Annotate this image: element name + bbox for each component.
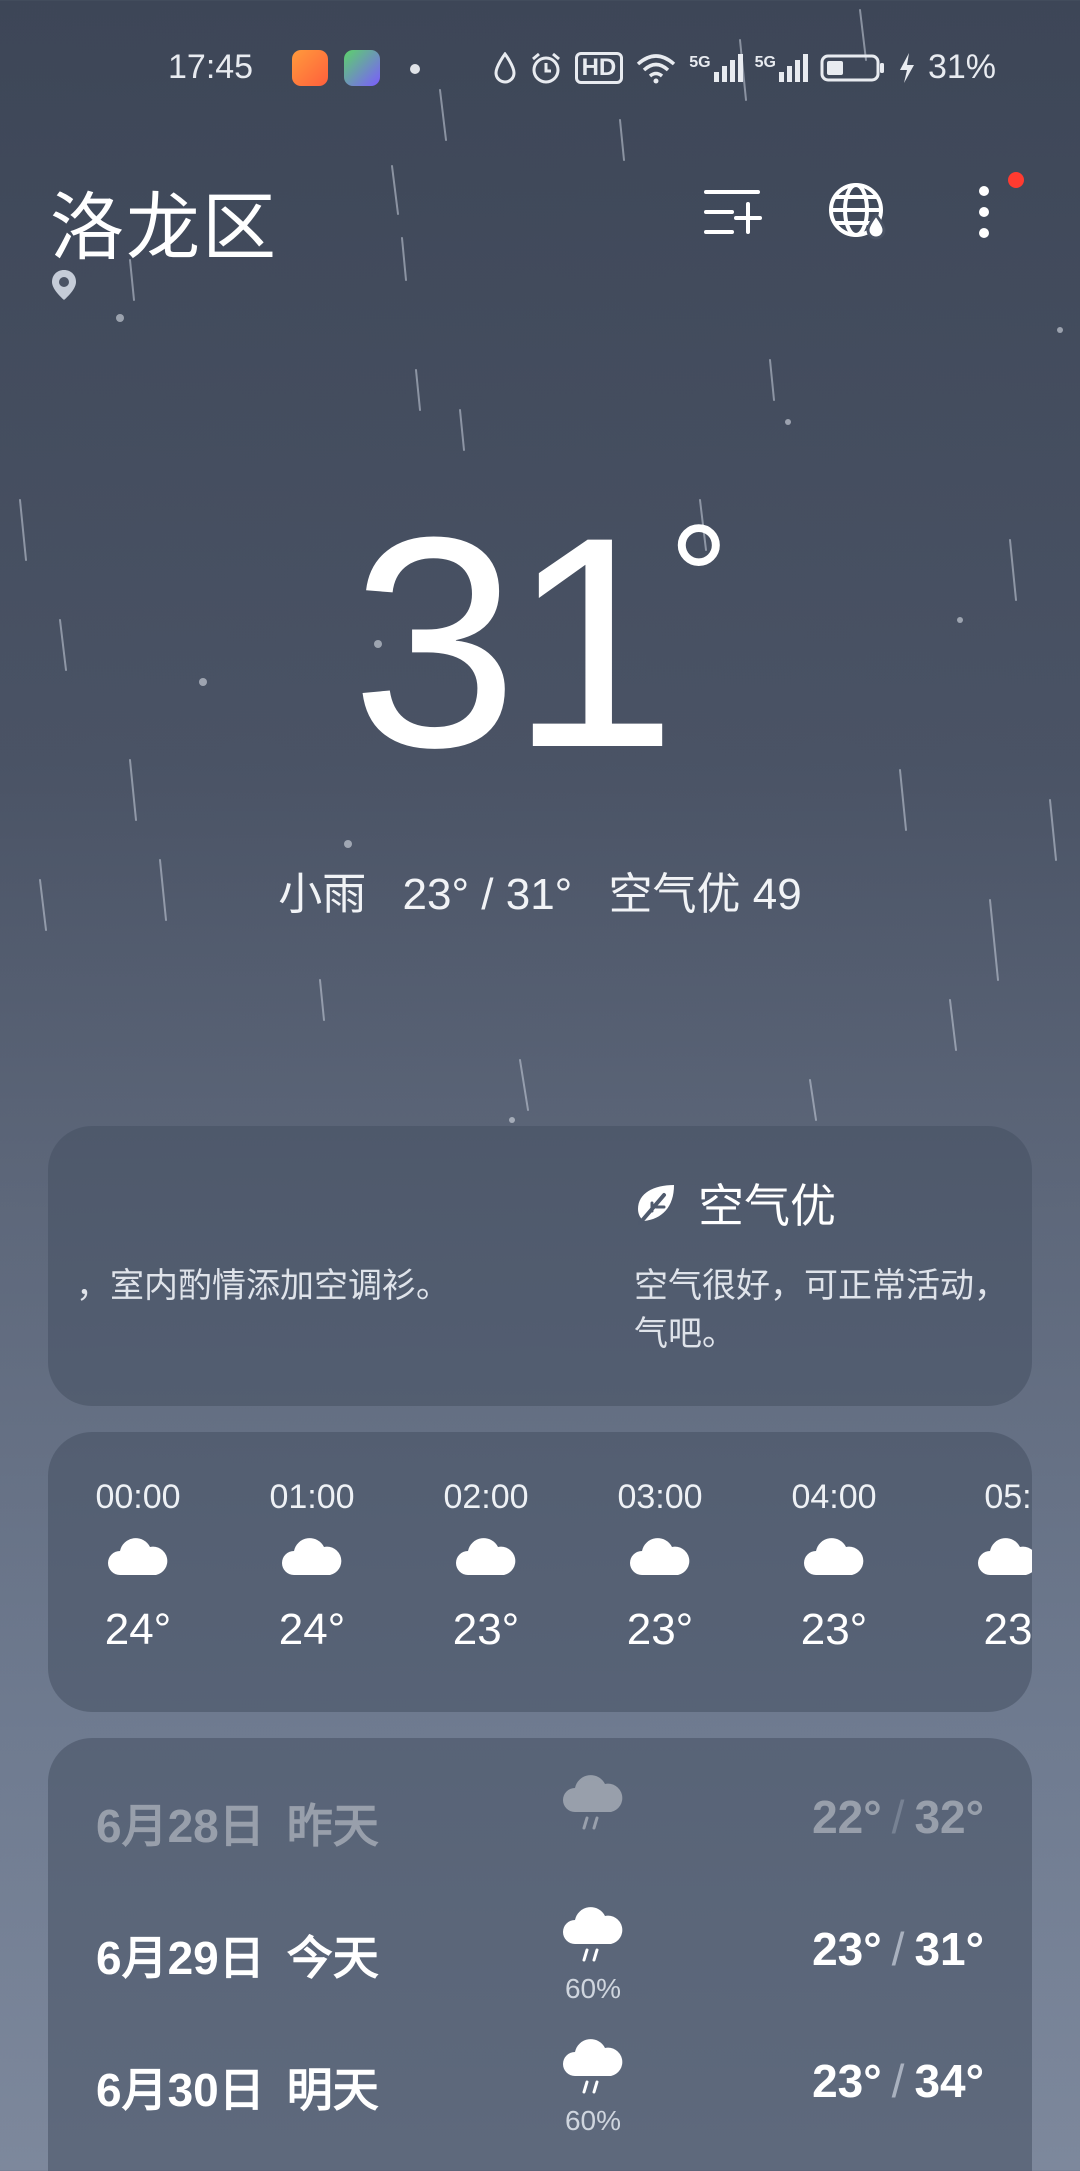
hour-temp: 24° (104, 1605, 172, 1654)
rain-cloud-icon (563, 1907, 623, 1962)
current-temperature: 31° (0, 492, 1080, 792)
air-quality-title: 空气优 (698, 1180, 836, 1232)
temp-range-text: 23° / 31° (402, 870, 573, 919)
daily-weather: 60% (558, 2038, 628, 2137)
dot-icon (410, 64, 420, 74)
add-city-button[interactable] (700, 180, 764, 244)
tip-text-left: ，室内酌情添加空调衫。 (76, 1267, 450, 1305)
global-weather-button[interactable] (826, 180, 890, 244)
daily-row[interactable]: 6月29日 今天 60% 23°/31° (48, 1890, 1032, 2010)
cloud-icon (282, 1538, 342, 1575)
alarm-icon (531, 52, 560, 83)
hour-item: 00:00 24° (68, 1478, 208, 1655)
tips-card[interactable]: ，室内酌情添加空调衫。 空气优 空气很好，可正常活动， 气吧。 (48, 1126, 1032, 1406)
hour-temp: 23° (626, 1605, 694, 1654)
cloud-icon (978, 1538, 1032, 1575)
globe-icon (829, 183, 886, 240)
more-options-button[interactable] (952, 180, 1016, 244)
air-quality-desc: 空气很好，可正常活动， 气吧。 (634, 1267, 1008, 1353)
hour-temp: 23° (452, 1605, 520, 1654)
video-app-icon (292, 50, 328, 86)
hour-item: 04:00 23° (764, 1478, 904, 1655)
aqi-text: 空气优 49 (608, 870, 802, 919)
signal-5g-icon: 5G (689, 53, 743, 82)
status-time: 17:45 (168, 48, 254, 86)
leaf-icon (638, 1185, 674, 1225)
battery-icon (820, 54, 884, 81)
wifi-icon (637, 53, 676, 83)
daily-date: 6月30日 明天 (96, 2064, 379, 2116)
hour-item: 05: 23 (938, 1478, 1032, 1655)
air-quality-tip[interactable]: 空气优 空气很好，可正常活动， 气吧。 (634, 1170, 1032, 1358)
hour-temp: 23 (983, 1605, 1032, 1654)
hour-time: 01:00 (269, 1478, 355, 1516)
precip-probability: 60% (564, 2105, 622, 2136)
hour-temp: 23° (800, 1605, 868, 1654)
hour-temp: 24° (278, 1605, 346, 1654)
battery-percent: 31% (927, 48, 996, 86)
daily-row[interactable]: 6月30日 明天 60% 23°/34° (48, 2022, 1032, 2142)
notification-dot (1008, 172, 1024, 188)
rain-cloud-icon (563, 2039, 623, 2094)
location-pin-icon (52, 270, 76, 300)
status-right-icons: HD 5G 5G 31% (493, 48, 996, 87)
rain-cloud-icon (563, 1775, 623, 1830)
hour-time: 02:00 (443, 1478, 529, 1516)
cloud-icon (456, 1538, 516, 1575)
cloud-icon (804, 1538, 864, 1575)
water-drop-icon (494, 51, 516, 83)
cloud-icon (108, 1538, 168, 1575)
hour-time: 04:00 (791, 1478, 877, 1516)
hour-time: 00:00 (95, 1478, 181, 1516)
signal-5g-icon: 5G (755, 53, 808, 82)
hour-item: 01:00 24° (242, 1478, 382, 1655)
daily-forecast-card[interactable]: 6月28日 昨天 22°/32° 6月29日 今天 60% 23°/31° 6月30… (48, 1738, 1032, 2171)
city-title[interactable]: 洛龙区 (50, 168, 278, 275)
hour-item: 02:00 23° (416, 1478, 556, 1655)
weather-summary[interactable]: 小雨 23° / 31° 空气优 49 (0, 858, 1080, 922)
daily-temp-range: 23°/34° (812, 2055, 984, 2107)
degree-symbol: ° (668, 493, 729, 661)
daily-temp-range: 23°/31° (812, 1923, 984, 1975)
air-quality-title-row: 空气优 (634, 1170, 1032, 1236)
daily-temp-range: 22°/32° (812, 1791, 984, 1843)
condition-text: 小雨 (278, 870, 367, 919)
daily-date: 6月28日 昨天 (96, 1800, 379, 1852)
more-vertical-icon (979, 186, 989, 238)
daily-weather: 60% (558, 1906, 628, 2005)
list-add-icon (704, 190, 762, 234)
daily-date: 6月29日 今天 (96, 1932, 379, 1984)
hour-time: 05: (984, 1478, 1032, 1516)
iqiyi-app-icon (344, 50, 380, 86)
charging-icon (899, 52, 914, 83)
hour-time: 03:00 (617, 1478, 703, 1516)
daily-weather (558, 1774, 628, 1839)
status-bar: 17:45 HD 5G 5G 31% (0, 0, 1080, 140)
temperature-value: 31 (351, 474, 677, 810)
precip-probability: 60% (564, 1973, 622, 2004)
hd-icon: HD (574, 51, 624, 84)
cloud-icon (630, 1538, 690, 1575)
daily-row[interactable]: 6月28日 昨天 22°/32° (48, 1758, 1032, 1878)
hourly-forecast-card[interactable]: 00:00 24° 01:00 24° 02:00 23° 03:00 23° … (48, 1432, 1032, 1712)
hour-item: 03:00 23° (590, 1478, 730, 1655)
